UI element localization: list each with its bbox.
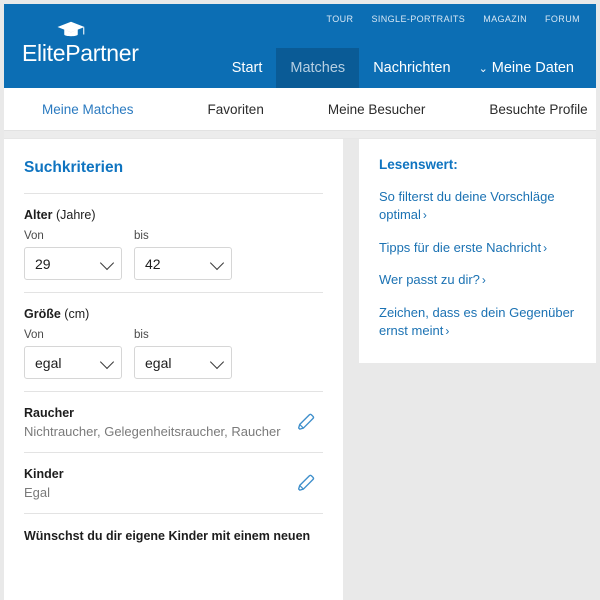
lesenswert-title: Lesenswert:	[379, 157, 458, 172]
field-row-kinder-title: Kinder	[24, 467, 64, 481]
lesenswert-link-tipps-label: Tipps für die erste Nachricht	[379, 239, 542, 255]
groesse-range-row: Von egal bis egal	[24, 329, 323, 379]
alter-to-select[interactable]: 42	[134, 247, 232, 280]
field-group-alter: Alter (Jahre) Von 29 bis 42	[22, 194, 325, 292]
lesenswert-link-wer-passt-label: Wer passt zu dir?	[379, 272, 480, 288]
lesenswert-link-zeichen[interactable]: Zeichen, dass es dein Gegenüber ernst me…	[379, 304, 576, 341]
utility-nav-magazin[interactable]: MAGAZIN	[483, 14, 527, 24]
groesse-to-col: bis egal	[134, 329, 232, 379]
lesenswert-link-tipps[interactable]: Tipps für die erste Nachricht ›	[379, 239, 576, 257]
tab-separator	[4, 130, 596, 139]
utility-nav: TOUR SINGLE-PORTRAITS MAGAZIN FORUM	[327, 14, 581, 24]
field-label-groesse-bold: Größe	[24, 307, 61, 321]
groesse-from-select[interactable]: egal	[24, 346, 122, 379]
chevron-down-icon	[209, 354, 225, 369]
field-label-alter-bold: Alter	[24, 208, 53, 222]
chevron-down-icon	[209, 255, 225, 270]
alter-from-col: Von 29	[24, 230, 122, 280]
chevron-down-icon	[99, 255, 115, 270]
tab-besuchte-profile[interactable]: Besuchte Profile	[483, 102, 593, 117]
alter-to-col: bis 42	[134, 230, 232, 280]
lesenswert-link-wer-passt[interactable]: Wer passt zu dir? ›	[379, 271, 576, 289]
right-column: Lesenswert: So filterst du deine Vorschl…	[359, 139, 596, 600]
tab-favoriten[interactable]: Favoriten	[202, 102, 270, 117]
brand-name: ElitePartner	[22, 40, 139, 66]
groesse-to-select[interactable]: egal	[134, 346, 232, 379]
nav-item-matches[interactable]: Matches	[276, 48, 360, 88]
field-row-kinder-value: Egal	[24, 485, 51, 500]
chevron-right-icon: ›	[543, 240, 548, 255]
chevron-right-icon: ›	[422, 208, 427, 223]
field-row-raucher-title: Raucher	[24, 406, 75, 420]
lesenswert-card: Lesenswert: So filterst du deine Vorschl…	[359, 139, 596, 363]
groesse-to-label: bis	[134, 329, 149, 341]
nav-item-meine-daten-label: Meine Daten	[491, 60, 574, 76]
groesse-from-value: egal	[35, 354, 62, 371]
lesenswert-link-filter[interactable]: So filterst du deine Vorschläge optimal ›	[379, 188, 576, 225]
tab-meine-matches[interactable]: Meine Matches	[36, 102, 140, 117]
search-criteria-panel: Suchkriterien Alter (Jahre) Von 29 bis 4…	[4, 139, 343, 600]
app-shell: TOUR SINGLE-PORTRAITS MAGAZIN FORUM Elit…	[4, 4, 596, 600]
lesenswert-link-zeichen-label: Zeichen, dass es dein Gegenüber ernst me…	[379, 304, 575, 339]
groesse-from-col: Von egal	[24, 329, 122, 379]
alter-range-row: Von 29 bis 42	[24, 230, 323, 280]
site-header: TOUR SINGLE-PORTRAITS MAGAZIN FORUM Elit…	[4, 4, 596, 88]
utility-nav-tour[interactable]: TOUR	[327, 14, 354, 24]
groesse-from-label: Von	[24, 329, 44, 341]
field-label-eigene-kinder: Wünschst du dir eigene Kinder mit einem …	[24, 529, 311, 543]
chevron-down-icon	[99, 354, 115, 369]
page-root: TOUR SINGLE-PORTRAITS MAGAZIN FORUM Elit…	[0, 0, 600, 600]
field-label-alter-unit: (Jahre)	[52, 208, 96, 222]
panel-title: Suchkriterien	[24, 159, 124, 176]
tab-meine-besucher[interactable]: Meine Besucher	[322, 102, 432, 117]
field-row-raucher-value: Nichtraucher, Gelegenheitsraucher, Rauch…	[24, 424, 281, 439]
pencil-icon[interactable]	[295, 472, 317, 494]
content-area: Suchkriterien Alter (Jahre) Von 29 bis 4…	[4, 139, 596, 600]
alter-from-select[interactable]: 29	[24, 247, 122, 280]
nav-item-nachrichten[interactable]: Nachrichten	[359, 48, 464, 88]
main-nav: Start Matches Nachrichten ⌄ Meine Daten	[218, 48, 588, 88]
alter-to-label: bis	[134, 230, 149, 242]
alter-from-label: Von	[24, 230, 44, 242]
utility-nav-forum[interactable]: FORUM	[545, 14, 580, 24]
nav-item-start[interactable]: Start	[218, 48, 277, 88]
field-label-groesse-unit: (cm)	[60, 307, 90, 321]
alter-from-value: 29	[35, 255, 51, 272]
field-label-alter: Alter (Jahre)	[24, 208, 323, 222]
graduation-cap-icon	[57, 21, 85, 37]
field-row-raucher[interactable]: Raucher Nichtraucher, Gelegenheitsrauche…	[22, 392, 325, 452]
alter-to-value: 42	[145, 255, 161, 272]
pencil-icon[interactable]	[295, 411, 317, 433]
chevron-down-icon: ⌄	[478, 62, 488, 75]
utility-nav-single-portraits[interactable]: SINGLE-PORTRAITS	[371, 14, 465, 24]
lesenswert-link-filter-label: So filterst du deine Vorschläge optimal	[379, 189, 555, 223]
field-row-kinder[interactable]: Kinder Egal	[22, 453, 325, 513]
field-label-groesse: Größe (cm)	[24, 307, 323, 321]
groesse-to-value: egal	[145, 354, 172, 371]
chevron-right-icon: ›	[445, 324, 450, 339]
column-gutter	[343, 139, 359, 600]
field-group-groesse: Größe (cm) Von egal bis egal	[22, 293, 325, 391]
nav-item-meine-daten[interactable]: ⌄ Meine Daten	[465, 48, 588, 88]
chevron-right-icon: ›	[481, 273, 486, 288]
section-tabs: Meine Matches Favoriten Meine Besucher B…	[4, 88, 596, 130]
